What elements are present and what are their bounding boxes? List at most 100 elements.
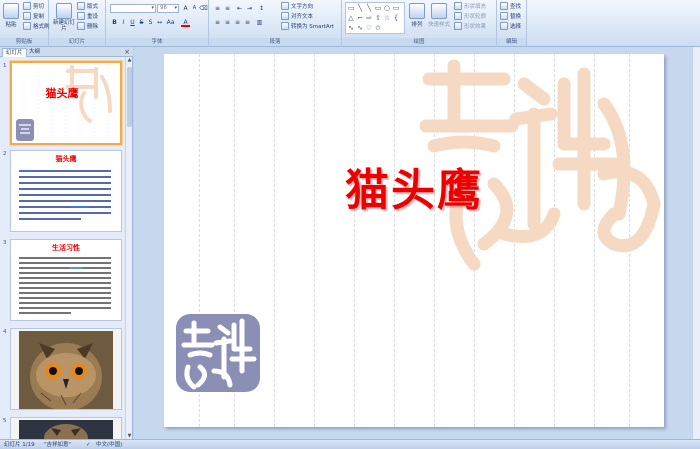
layout-label: 版式 xyxy=(87,4,99,10)
align-right-button[interactable]: ≡ xyxy=(233,18,242,27)
case-button[interactable]: Aa xyxy=(166,18,175,27)
text-direction-icon xyxy=(281,2,289,10)
bullets-button[interactable]: ≡ xyxy=(213,4,222,13)
align-center-button[interactable]: ≡ xyxy=(223,18,232,27)
oval-shape-icon: ○ xyxy=(383,4,391,12)
tab-outline[interactable]: 大纲 xyxy=(26,48,43,57)
pane-tabs: 幻灯片 大纲 × xyxy=(0,47,133,57)
current-slide[interactable]: 猫头鹰 xyxy=(164,54,664,427)
smartart-icon xyxy=(281,22,289,30)
close-icon[interactable]: × xyxy=(124,47,130,57)
grow-font-button[interactable]: A xyxy=(181,4,190,13)
arrange-button[interactable]: 排列 xyxy=(409,3,425,28)
shapes-gallery[interactable]: ▭ ╲ ╲ ▭ ○ ▭ △ ⌐ ⇨ ⇧ ☆ { ∿ ∿ ♡ ✩ xyxy=(345,2,405,34)
slide-thumbnail-1[interactable]: 猫头鹰 xyxy=(10,61,122,145)
shape-fill-button[interactable]: 形状填充 xyxy=(454,2,486,10)
font-color-button[interactable]: A xyxy=(181,18,190,27)
justify-button[interactable]: ≡ xyxy=(243,18,252,27)
text-direction-button[interactable]: 文字方向 xyxy=(281,2,313,10)
font-size-combo[interactable]: 96 ▾ xyxy=(157,4,179,13)
ribbon: 粘贴 剪切 复制 格式刷 剪贴板 新建幻灯片 版式 重设 删除 幻灯片 ▾ 96… xyxy=(0,0,700,47)
seal-stamp xyxy=(176,314,260,392)
slide-thumbnail-4[interactable] xyxy=(10,328,122,410)
shape-outline-button[interactable]: 形状轮廓 xyxy=(454,12,486,20)
paragraph-group: ≡ ≡ ⇤ ⇥ ↕ ≡ ≡ ≡ ≡ ▥ 文字方向 对齐文本 转换为 SmartA… xyxy=(209,0,342,47)
delete-label: 删除 xyxy=(87,24,99,30)
triangle-shape-icon: △ xyxy=(348,14,354,22)
align-left-button[interactable]: ≡ xyxy=(213,18,222,27)
scroll-up-icon[interactable]: ▲ xyxy=(126,57,133,63)
new-slide-button[interactable]: 新建幻灯片 xyxy=(53,3,75,32)
heart-shape-icon: ♡ xyxy=(365,24,373,32)
clear-format-button[interactable]: ⌫ xyxy=(199,4,208,13)
replace-label: 替换 xyxy=(510,14,522,20)
thumbnail-text-lines xyxy=(19,257,111,314)
replace-button[interactable]: 替换 xyxy=(500,12,521,20)
bold-button[interactable]: B xyxy=(110,18,119,27)
owl-photo xyxy=(11,329,121,409)
line-spacing-button[interactable]: ↕ xyxy=(257,4,266,13)
slide-number: 1 xyxy=(3,63,7,69)
editor-scrollbar[interactable] xyxy=(692,47,700,439)
format-painter-button[interactable]: 格式刷 xyxy=(23,22,50,30)
layout-button[interactable]: 版式 xyxy=(77,2,98,10)
scissors-icon xyxy=(23,2,31,10)
line-shape-icon: ⌐ xyxy=(357,14,363,22)
find-button[interactable]: 查找 xyxy=(500,2,521,10)
align-text-button[interactable]: 对齐文本 xyxy=(281,12,313,20)
slide-thumbnail-3[interactable]: 生活习性 xyxy=(10,239,122,321)
italic-button[interactable]: I xyxy=(119,18,128,27)
slide-title[interactable]: 猫头鹰 xyxy=(164,154,664,218)
underline-button[interactable]: U xyxy=(128,18,137,27)
spell-check-icon[interactable]: ✓ xyxy=(86,440,91,449)
delete-slide-button[interactable]: 删除 xyxy=(77,22,98,30)
shadow-button[interactable]: S xyxy=(146,18,155,27)
quick-styles-button[interactable]: 快速样式 xyxy=(428,3,450,28)
slide-number: 3 xyxy=(3,240,7,246)
cut-button[interactable]: 剪切 xyxy=(23,2,44,10)
thumbnail-title: 猫头鹰 xyxy=(45,87,79,100)
brush-icon xyxy=(23,22,31,30)
font-name-combo[interactable]: ▾ xyxy=(110,4,156,13)
curve-shape-icon: ∿ xyxy=(348,24,354,32)
paste-icon xyxy=(3,3,19,19)
scroll-thumb[interactable] xyxy=(127,67,132,127)
pane-scrollbar[interactable]: ▲ ▼ xyxy=(125,57,132,439)
new-slide-label: 新建幻灯片 xyxy=(53,20,76,32)
decrease-indent-button[interactable]: ⇤ xyxy=(235,4,244,13)
clipboard-group-label: 剪贴板 xyxy=(0,38,48,46)
spacing-button[interactable]: ↔ xyxy=(155,18,164,27)
copy-button[interactable]: 复制 xyxy=(23,12,44,20)
arrow-shape-icon: ⇧ xyxy=(375,14,381,22)
copy-label: 复制 xyxy=(33,14,45,20)
font-size-value: 96 xyxy=(160,5,167,11)
numbering-button[interactable]: ≡ xyxy=(223,4,232,13)
shape-effects-button[interactable]: 形状效果 xyxy=(454,22,486,30)
select-button[interactable]: 选择 xyxy=(500,22,521,30)
quick-styles-icon xyxy=(431,3,447,19)
slide-thumbnail-2[interactable]: 猫头鹰 xyxy=(10,150,122,232)
increase-indent-button[interactable]: ⇥ xyxy=(245,4,254,13)
layout-icon xyxy=(77,2,85,10)
tab-slides[interactable]: 幻灯片 xyxy=(2,48,27,57)
convert-smartart-button[interactable]: 转换为 SmartArt xyxy=(281,22,334,30)
font-group: ▾ 96 ▾ A A ⌫ B I U S S ↔ Aa A 字体 xyxy=(106,0,209,47)
binoculars-icon xyxy=(500,2,508,10)
reset-button[interactable]: 重设 xyxy=(77,12,98,20)
drawing-group: ▭ ╲ ╲ ▭ ○ ▭ △ ⌐ ⇨ ⇧ ☆ { ∿ ∿ ♡ ✩ 排列 快速样式 … xyxy=(342,0,497,47)
language-indicator[interactable]: 中文(中国) xyxy=(96,440,122,449)
outline-icon xyxy=(454,12,462,20)
arrow-shape-icon: ⇨ xyxy=(366,14,372,22)
slide-thumbnail-5[interactable] xyxy=(10,417,122,439)
columns-button[interactable]: ▥ xyxy=(255,18,264,27)
strikethrough-button[interactable]: S xyxy=(137,18,146,27)
replace-icon xyxy=(500,12,508,20)
paste-button[interactable]: 粘贴 xyxy=(3,3,19,28)
fill-icon xyxy=(454,2,462,10)
shrink-font-button[interactable]: A xyxy=(190,4,199,13)
editing-group: 查找 替换 选择 编辑 xyxy=(497,0,527,47)
slide-number: 4 xyxy=(3,329,7,335)
cut-label: 剪切 xyxy=(33,4,45,10)
select-label: 选择 xyxy=(510,24,522,30)
clipboard-group: 粘贴 剪切 复制 格式刷 剪贴板 xyxy=(0,0,50,47)
